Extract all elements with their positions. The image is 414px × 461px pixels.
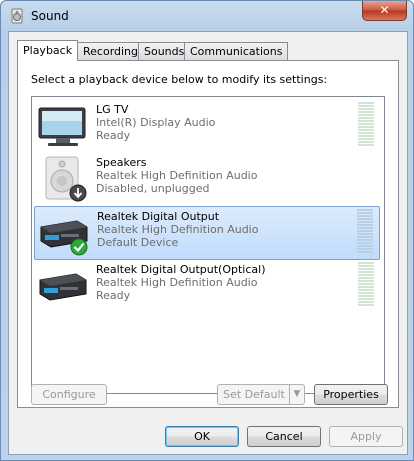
list-item-realtek-digital-output-optical[interactable]: Realtek Digital Output(Optical) Realtek … [34, 260, 380, 312]
meter-bar [357, 227, 373, 229]
meter-bar [358, 289, 374, 291]
meter-bar [357, 248, 373, 250]
volume-meter [357, 209, 373, 255]
device-driver: Realtek High Definition Audio [97, 223, 259, 236]
playback-panel: Select a playback device below to modify… [17, 60, 399, 408]
meter-bar [358, 277, 374, 279]
meter-bar [358, 120, 374, 122]
meter-bar [357, 218, 373, 220]
device-status: Ready [96, 129, 131, 142]
device-list[interactable]: LG TV Intel(R) Display Audio Ready Speak… [31, 96, 385, 394]
meter-bar [358, 286, 374, 288]
meter-bar [357, 221, 373, 223]
volume-meter [358, 262, 374, 308]
speaker-app-icon [11, 8, 23, 24]
device-status: Disabled, unplugged [96, 182, 210, 195]
sound-window: Sound ✕ Playback Recording Sounds Commun… [0, 0, 414, 461]
meter-bar [358, 129, 374, 131]
meter-bar [357, 212, 373, 214]
device-driver: Realtek High Definition Audio [96, 276, 258, 289]
device-text: Realtek Digital Output(Optical) Realtek … [96, 263, 265, 302]
device-text: LG TV Intel(R) Display Audio Ready [96, 103, 215, 142]
chevron-down-icon[interactable]: ▼ [289, 385, 304, 404]
meter-bar [358, 126, 374, 128]
device-status: Default Device [97, 236, 179, 249]
window-title: Sound [31, 9, 69, 23]
cancel-label: Cancel [265, 430, 303, 443]
configure-button[interactable]: Configure [31, 384, 107, 405]
meter-bar [358, 138, 374, 140]
meter-bar [358, 301, 374, 303]
tab-playback[interactable]: Playback [17, 40, 79, 61]
meter-bar [358, 268, 374, 270]
meter-bar [358, 274, 374, 276]
list-item-speakers[interactable]: Speakers Realtek High Definition Audio D… [34, 153, 380, 205]
device-name: Realtek Digital Output(Optical) [96, 263, 266, 276]
meter-bar [358, 304, 374, 306]
properties-button[interactable]: Properties [314, 384, 388, 405]
configure-label: Configure [42, 388, 96, 401]
properties-label: Properties [323, 388, 379, 401]
meter-bar [358, 144, 374, 146]
meter-bar [358, 105, 374, 107]
device-text: Realtek Digital Output Realtek High Defi… [97, 210, 258, 249]
meter-bar [357, 233, 373, 235]
meter-bar [358, 283, 374, 285]
device-text: Speakers Realtek High Definition Audio D… [96, 156, 257, 195]
meter-bar [358, 141, 374, 143]
device-name: Realtek Digital Output [97, 210, 220, 223]
meter-bar [358, 135, 374, 137]
meter-bar [358, 102, 374, 104]
set-default-button[interactable]: Set Default ▼ [217, 384, 305, 405]
meter-bar [358, 295, 374, 297]
tab-recording[interactable]: Recording [77, 42, 145, 60]
meter-bar [357, 215, 373, 217]
device-name: LG TV [96, 103, 129, 116]
meter-bar [357, 230, 373, 232]
instruction-text: Select a playback device below to modify… [31, 73, 328, 86]
close-button[interactable]: ✕ [362, 1, 407, 21]
apply-label: Apply [350, 430, 382, 443]
speaker-icon [45, 156, 87, 202]
list-item-realtek-digital-output[interactable]: Realtek Digital Output Realtek High Defi… [34, 206, 380, 260]
tab-sounds[interactable]: Sounds [138, 42, 191, 60]
meter-bar [357, 245, 373, 247]
dialog-client-area: Playback Recording Sounds Communications… [8, 31, 408, 455]
device-driver: Realtek High Definition Audio [96, 169, 258, 182]
close-icon: ✕ [379, 3, 390, 17]
meter-bar [357, 224, 373, 226]
meter-bar [358, 123, 374, 125]
meter-bar [357, 236, 373, 238]
meter-bar [358, 298, 374, 300]
meter-bar [357, 239, 373, 241]
meter-bar [358, 265, 374, 267]
meter-bar [358, 117, 374, 119]
cancel-button[interactable]: Cancel [247, 426, 321, 447]
device-name: Speakers [96, 156, 147, 169]
tab-communications[interactable]: Communications [184, 42, 289, 60]
meter-bar [358, 108, 374, 110]
list-item-lg-tv[interactable]: LG TV Intel(R) Display Audio Ready [34, 100, 380, 152]
ok-button[interactable]: OK [165, 426, 239, 447]
ok-label: OK [194, 430, 210, 443]
meter-bar [357, 251, 373, 253]
meter-bar [358, 292, 374, 294]
set-default-label: Set Default [223, 388, 285, 401]
title-bar[interactable]: Sound ✕ [1, 1, 413, 31]
meter-bar [358, 280, 374, 282]
apply-button[interactable]: Apply [329, 426, 403, 447]
volume-meter [358, 102, 374, 148]
meter-bar [358, 114, 374, 116]
meter-bar [357, 242, 373, 244]
monitor-icon [38, 107, 86, 146]
meter-bar [358, 271, 374, 273]
device-driver: Intel(R) Display Audio [96, 116, 216, 129]
meter-bar [358, 262, 374, 264]
meter-bar [358, 111, 374, 113]
digital-output-icon [40, 220, 88, 256]
meter-bar [358, 132, 374, 134]
device-status: Ready [96, 289, 131, 302]
digital-output-icon [39, 273, 87, 301]
meter-bar [357, 209, 373, 211]
